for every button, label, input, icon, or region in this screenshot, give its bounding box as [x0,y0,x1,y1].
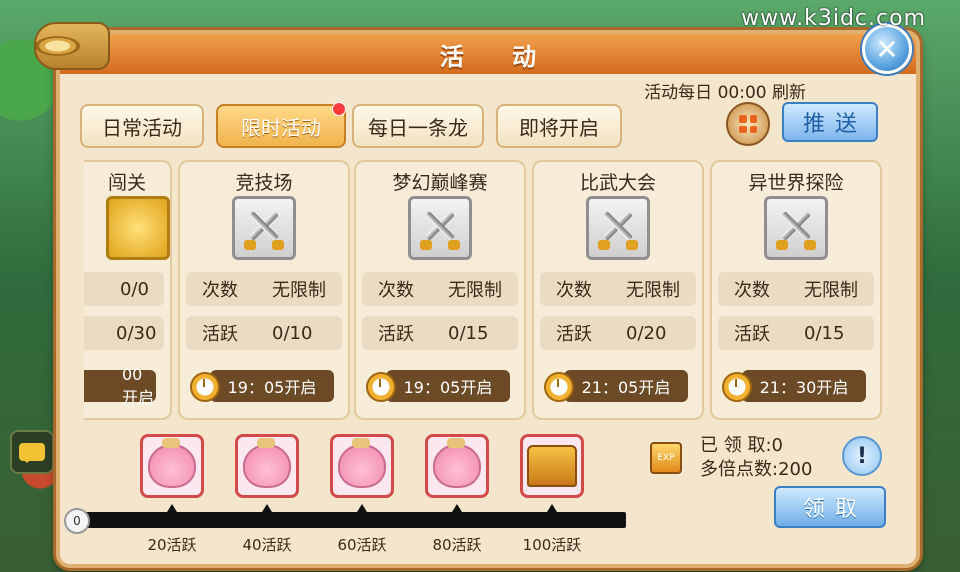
notification-dot [332,102,346,116]
activity-card[interactable]: 闯关 0/0 0/30 00开启 [84,160,172,420]
activity-cards: 闯关 0/0 0/30 00开启 竞技场 次数 无限制 活跃 0/10 19：05开… [84,156,882,424]
gold-coin-icon [106,196,170,260]
claimed-count: 已 领 取:0 [700,435,783,456]
progress-tick [357,504,367,512]
activity-card[interactable]: 比武大会 次数 无限制 活跃 0/20 21：05开启 [532,160,704,420]
tab-limited[interactable]: 限时活动 [216,102,346,148]
panel-title: 活 动 [439,42,557,71]
card-row-count: 次数 无限制 [186,272,342,306]
open-time-bar: 00开启 [84,365,156,407]
reward-chest-100[interactable] [520,434,584,498]
clock-icon [544,372,574,402]
info-icon[interactable]: ! [842,436,882,476]
grid-icon [739,115,757,133]
clock-icon [722,372,752,402]
lucky-bag-icon [148,438,196,488]
tab-daily[interactable]: 日常活动 [80,104,204,148]
milestone-label: 40活跃 [242,536,292,554]
card-row-active: 活跃 0/15 [362,316,518,350]
milestone-label: 100活跃 [522,536,582,554]
card-title: 异世界探险 [748,172,844,194]
lucky-bag-icon [243,438,291,488]
card-title: 比武大会 [579,172,656,194]
claim-button[interactable]: 领取 [774,486,886,528]
card-row-active: 活跃 0/10 [186,316,342,350]
clock-icon [366,372,396,402]
activity-card[interactable]: 梦幻巅峰赛 次数 无限制 活跃 0/15 19：05开启 [354,160,526,420]
tab-coming-soon[interactable]: 即将开启 [496,104,622,148]
card-row-count: 次数 无限制 [540,272,696,306]
push-button[interactable]: 推送 [782,102,878,142]
progress-tick [167,504,177,512]
reward-lucky-bag-20[interactable] [140,434,204,498]
activity-progress-bar [74,512,626,528]
treasure-chest-icon [527,445,577,487]
open-time-bar: 19：05开启 [210,370,334,402]
card-row-active: 活跃 0/15 [718,316,874,350]
close-icon[interactable]: ✕ [862,24,912,74]
reward-lucky-bag-80[interactable] [425,434,489,498]
card-row-count: 0/0 [84,272,164,306]
progress-tick [262,504,272,512]
exp-boost-icon: EXP [650,442,682,474]
card-row-active: 活跃 0/20 [540,316,696,350]
crossed-swords-icon [586,196,650,260]
crossed-swords-icon [232,196,296,260]
title-bar: 活 动 [60,34,916,74]
reward-lucky-bag-40[interactable] [235,434,299,498]
lucky-bag-icon [433,438,481,488]
chat-icon[interactable] [10,430,54,474]
card-row-count: 次数 无限制 [718,272,874,306]
refresh-note: 活动每日 00:00 刷新 [644,83,806,103]
activity-card[interactable]: 竞技场 次数 无限制 活跃 0/10 19：05开启 [178,160,350,420]
progress-tick [547,504,557,512]
card-title: 梦幻巅峰赛 [392,172,488,194]
claim-info: 已 领 取:0 多倍点数:200 [700,434,812,482]
open-time-bar: 21：05开启 [564,370,688,402]
clock-icon [190,372,220,402]
tab-dragon[interactable]: 每日一条龙 [352,104,484,148]
watermark: www.k3idc.com [741,6,926,31]
activity-panel: 活 动 活动每日 00:00 刷新 日常活动 限时活动 每日一条龙 即将开启 推… [56,30,920,568]
milestone-label: 60活跃 [337,536,387,554]
scroll-ornament-icon [34,22,110,70]
progress-start-marker: 0 [64,508,90,534]
open-time-bar: 19：05开启 [386,370,510,402]
crossed-swords-icon [764,196,828,260]
card-row-count: 次数 无限制 [362,272,518,306]
progress-tick [452,504,462,512]
crossed-swords-icon [408,196,472,260]
card-row-active: 0/30 [84,316,164,350]
milestone-label: 20活跃 [147,536,197,554]
open-time-bar: 21：30开启 [742,370,866,402]
activity-card[interactable]: 异世界探险 次数 无限制 活跃 0/15 21：30开启 [710,160,882,420]
card-title: 闯关 [107,172,146,194]
lucky-bag-icon [338,438,386,488]
multiplier-points: 多倍点数:200 [700,459,813,480]
milestone-label: 80活跃 [432,536,482,554]
grid-menu-button[interactable] [726,102,770,146]
card-title: 竞技场 [235,172,293,194]
reward-lucky-bag-60[interactable] [330,434,394,498]
